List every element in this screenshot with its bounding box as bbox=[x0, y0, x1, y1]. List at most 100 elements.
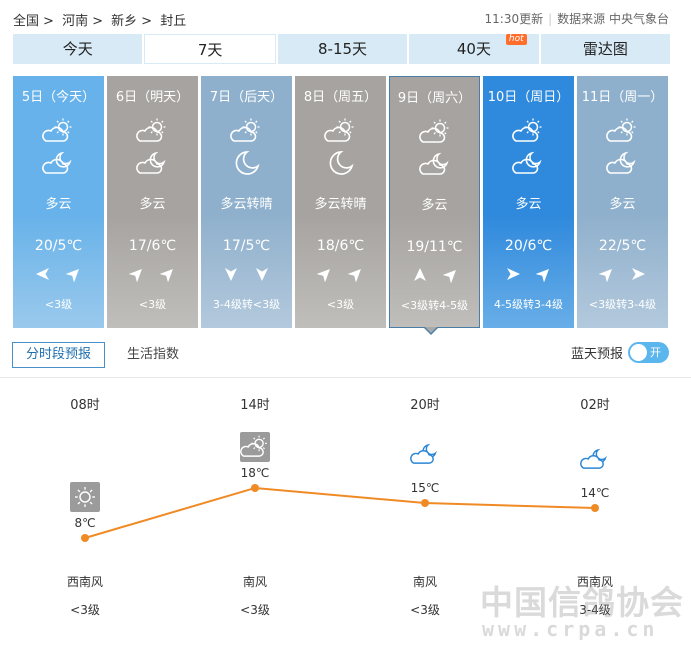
day-condition: 多云 bbox=[609, 197, 636, 212]
temperature-point bbox=[81, 534, 89, 542]
day-temperature: 20/6℃ bbox=[504, 238, 553, 254]
day-wind-level: 4-5级转3-4级 bbox=[494, 298, 563, 311]
wind-arrow-west-icon bbox=[35, 266, 51, 286]
hourly-temperature: 14℃ bbox=[580, 486, 610, 500]
tab-label: 今天 bbox=[62, 40, 93, 58]
partly-cloudy-day-icon bbox=[136, 118, 169, 144]
day-date: 6日（明天） bbox=[115, 90, 190, 105]
day-wind-level: <3级转3-4级 bbox=[588, 298, 657, 311]
sunny-icon bbox=[70, 482, 100, 512]
day-date: 9日（周六） bbox=[397, 91, 472, 106]
blue-sky-toggle[interactable]: 开 bbox=[628, 342, 669, 363]
tab-label: 40天 bbox=[456, 40, 491, 58]
day-card[interactable]: 9日（周六） 多云 19/11℃ <3级转4-5级 bbox=[389, 76, 480, 328]
tab-today[interactable]: 今天 bbox=[13, 34, 143, 64]
hourly-wind-direction: 南风 bbox=[412, 575, 437, 589]
daily-forecast: 5日（今天） 多云 20/5℃ <3级 6日（明天） 多云 17/6℃ <3级 7日（后天） 多云… bbox=[13, 76, 670, 328]
day-date: 11日（周一） bbox=[581, 90, 664, 105]
day-card[interactable]: 7日（后天） 多云转晴 17/5℃ 3-4级转<3级 bbox=[201, 76, 292, 328]
wind-arrow-northeast-icon bbox=[159, 266, 176, 286]
tab-hourly-forecast[interactable]: 分时段预报 bbox=[12, 342, 105, 368]
source-label: 数据来源 bbox=[557, 12, 606, 26]
day-temperature: 20/5℃ bbox=[34, 238, 83, 254]
day-condition: 多云 bbox=[45, 197, 72, 212]
wind-arrow-northeast-icon bbox=[128, 266, 145, 286]
tab-label: 雷达图 bbox=[582, 40, 628, 58]
partly-cloudy-night-icon bbox=[606, 150, 639, 176]
moon-icon bbox=[324, 150, 357, 176]
section-divider bbox=[0, 377, 691, 378]
day-card[interactable]: 5日（今天） 多云 20/5℃ <3级 bbox=[13, 76, 104, 328]
hourly-time: 02时 bbox=[580, 398, 610, 413]
hourly-wind-level: <3级 bbox=[410, 603, 440, 617]
day-card[interactable]: 10日（周日） 多云 20/6℃ 4-5级转3-4级 bbox=[483, 76, 574, 328]
day-temperature: 22/5℃ bbox=[598, 238, 647, 254]
hourly-time: 08时 bbox=[70, 398, 100, 413]
wind-direction-arrows bbox=[483, 266, 574, 284]
day-condition: 多云转晴 bbox=[314, 197, 367, 212]
wind-direction-arrows bbox=[577, 266, 668, 284]
temperature-line bbox=[84, 486, 596, 539]
watermark-url: www.crpa.cn bbox=[482, 617, 659, 641]
breadcrumb: 全国 > 河南 > 新乡 > 封丘 bbox=[13, 10, 190, 29]
day-condition: 多云 bbox=[139, 197, 166, 212]
breadcrumb-separator: > bbox=[92, 14, 103, 29]
day-card[interactable]: 11日（周一） 多云 22/5℃ <3级转3-4级 bbox=[577, 76, 668, 328]
wind-arrow-northeast-icon bbox=[442, 267, 459, 287]
hourly-wind-direction: 西南风 bbox=[66, 575, 103, 589]
day-temperature: 17/6℃ bbox=[128, 238, 177, 254]
hourly-temperature: 18℃ bbox=[240, 466, 270, 480]
partly-cloudy-night-icon bbox=[580, 446, 610, 476]
day-date: 5日（今天） bbox=[21, 90, 96, 105]
wind-arrow-northeast-icon bbox=[535, 266, 552, 286]
tab-life-index[interactable]: 生活指数 bbox=[127, 342, 179, 368]
wind-direction-arrows bbox=[295, 266, 386, 284]
tab-8-15days[interactable]: 8-15天 bbox=[277, 34, 408, 64]
partly-cloudy-day-icon bbox=[240, 432, 270, 462]
partly-cloudy-night-icon bbox=[419, 151, 452, 177]
partly-cloudy-night-icon bbox=[136, 150, 169, 176]
tab-radar[interactable]: 雷达图 bbox=[540, 34, 671, 64]
wind-direction-arrows bbox=[201, 266, 292, 284]
temperature-point bbox=[421, 499, 429, 507]
divider: | bbox=[548, 12, 553, 26]
wind-arrow-northeast-icon bbox=[347, 266, 364, 286]
partly-cloudy-night-icon bbox=[410, 441, 440, 471]
selected-day-pointer bbox=[424, 327, 438, 335]
tab-label: 8-15天 bbox=[317, 40, 368, 58]
breadcrumb-separator: > bbox=[141, 14, 153, 29]
temperature-point bbox=[251, 484, 259, 492]
breadcrumb-item-city[interactable]: 新乡 bbox=[111, 14, 137, 29]
blue-sky-label: 蓝天预报 bbox=[571, 347, 624, 362]
day-card[interactable]: 6日（明天） 多云 17/6℃ <3级 bbox=[107, 76, 198, 328]
day-temperature: 19/11℃ bbox=[406, 239, 463, 255]
day-card[interactable]: 8日（周五） 多云转晴 18/6℃ <3级 bbox=[295, 76, 386, 328]
day-wind-level: <3级 bbox=[44, 298, 73, 311]
breadcrumb-item-country[interactable]: 全国 bbox=[13, 14, 39, 29]
update-time: 11:30更新 bbox=[484, 12, 544, 26]
breadcrumb-item-province[interactable]: 河南 bbox=[62, 14, 88, 29]
toggle-label: 开 bbox=[650, 346, 661, 359]
day-condition: 多云转晴 bbox=[220, 197, 273, 212]
tab-40days[interactable]: 40天 hot bbox=[409, 34, 539, 64]
hourly-temperature: 15℃ bbox=[410, 481, 440, 495]
day-condition: 多云 bbox=[421, 198, 448, 213]
source-provider: 中央气象台 bbox=[608, 12, 669, 26]
wind-arrow-south-icon bbox=[254, 266, 270, 286]
day-wind-level: 3-4级转<3级 bbox=[212, 298, 281, 311]
day-date: 7日（后天） bbox=[209, 90, 284, 105]
partly-cloudy-day-icon bbox=[42, 118, 75, 144]
day-wind-level: <3级转4-5级 bbox=[400, 299, 469, 312]
partly-cloudy-day-icon bbox=[606, 118, 639, 144]
wind-arrow-northeast-icon bbox=[316, 266, 333, 286]
day-wind-level: <3级 bbox=[138, 298, 167, 311]
wind-arrow-east-icon bbox=[505, 266, 521, 286]
day-temperature: 18/6℃ bbox=[316, 238, 365, 254]
wind-arrow-east-icon bbox=[630, 266, 646, 286]
day-date: 10日（周日） bbox=[487, 90, 570, 105]
partly-cloudy-day-icon bbox=[324, 118, 357, 144]
top-bar: 全国 > 河南 > 新乡 > 封丘 11:30更新 | 数据来源 中央气象台 bbox=[0, 0, 691, 34]
wind-arrow-northeast-icon bbox=[65, 266, 82, 286]
hourly-wind-direction: 南风 bbox=[242, 575, 267, 589]
tab-7days[interactable]: 7天 bbox=[144, 34, 276, 64]
